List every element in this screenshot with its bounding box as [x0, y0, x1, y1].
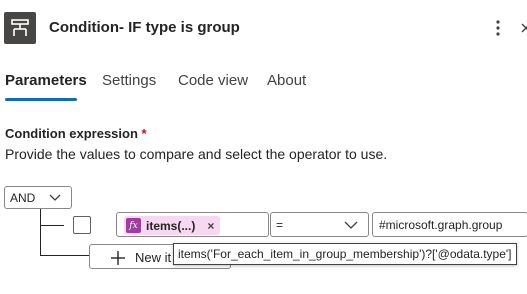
- close-icon[interactable]: [519, 20, 527, 36]
- right-operand-value: #microsoft.graph.group: [379, 218, 503, 232]
- chevron-down-icon: [344, 221, 358, 229]
- tree-line-vertical: [40, 209, 41, 256]
- group-operator-value: AND: [10, 191, 36, 205]
- tree-line-branch-new: [40, 255, 90, 256]
- left-operand-field[interactable]: fx items(...) ×: [116, 212, 269, 237]
- action-title: Condition- IF type is group: [49, 19, 240, 36]
- tab-parameters[interactable]: Parameters: [5, 72, 87, 89]
- tooltip-text: items('For_each_item_in_group_membership…: [178, 247, 512, 261]
- row-checkbox[interactable]: [73, 216, 91, 234]
- condition-expression-text: Condition expression: [5, 126, 138, 141]
- active-tab-indicator: [5, 98, 77, 101]
- operator-dropdown[interactable]: =: [270, 212, 369, 237]
- condition-icon: [4, 12, 36, 44]
- expression-tooltip: items('For_each_item_in_group_membership…: [173, 243, 517, 265]
- group-operator-dropdown[interactable]: AND: [4, 186, 72, 209]
- tab-about[interactable]: About: [267, 72, 306, 89]
- plus-icon: [111, 251, 125, 265]
- right-operand-field[interactable]: #microsoft.graph.group: [372, 212, 527, 237]
- condition-description: Provide the values to compare and select…: [5, 146, 388, 162]
- remove-token-icon[interactable]: ×: [207, 219, 214, 233]
- more-vertical-icon[interactable]: [490, 16, 506, 40]
- operator-value: =: [276, 218, 284, 232]
- tab-code-view[interactable]: Code view: [178, 72, 248, 89]
- tab-settings[interactable]: Settings: [102, 72, 156, 89]
- expression-token[interactable]: fx items(...) ×: [124, 216, 221, 235]
- new-item-label: New it: [135, 250, 172, 265]
- required-mark: *: [141, 126, 147, 141]
- condition-expression-label: Condition expression *: [5, 126, 147, 141]
- chevron-down-icon: [49, 194, 61, 201]
- expression-token-label: items(...): [146, 218, 196, 233]
- tree-line-branch-row: [40, 225, 64, 226]
- function-icon: fx: [126, 218, 141, 233]
